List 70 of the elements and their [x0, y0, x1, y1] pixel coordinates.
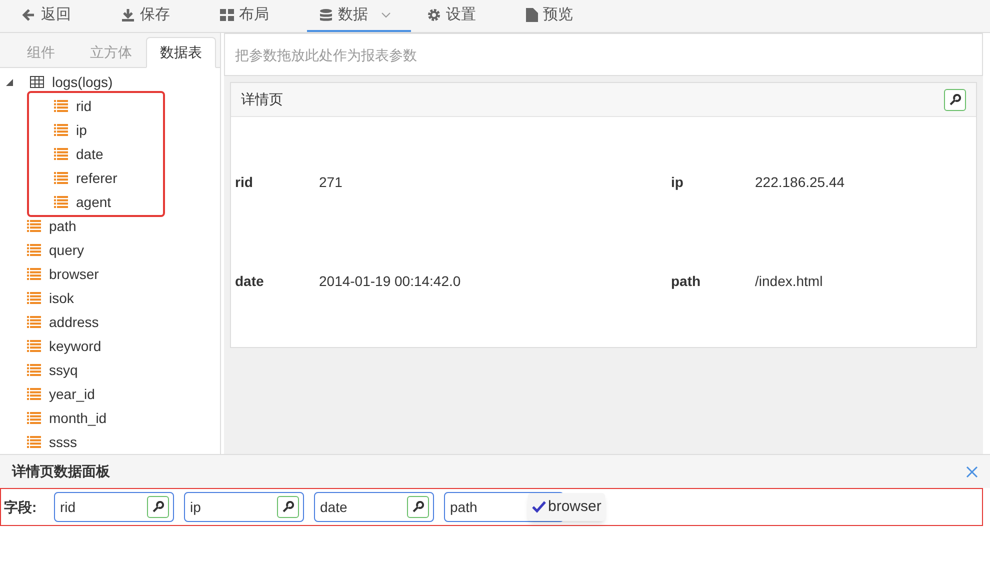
- field-item[interactable]: ip: [76, 120, 87, 140]
- list-icon: [54, 172, 68, 184]
- detail-label: path: [671, 272, 702, 291]
- field-item[interactable]: date: [76, 144, 104, 164]
- field-item[interactable]: path: [49, 216, 76, 236]
- list-icon: [27, 268, 41, 280]
- expand-toggle-icon[interactable]: [6, 78, 16, 86]
- list-icon: [54, 100, 68, 112]
- document-icon: [526, 8, 538, 22]
- field-item[interactable]: ssss: [49, 432, 77, 452]
- close-button[interactable]: [966, 466, 978, 478]
- list-icon: [27, 436, 41, 448]
- panel-title: 详情页数据面板: [12, 462, 110, 481]
- field-chip[interactable]: date: [314, 492, 434, 522]
- grid-icon: [220, 8, 234, 22]
- wrench-button[interactable]: [277, 496, 299, 518]
- toolbar-tab[interactable]: 返回: [10, 0, 83, 32]
- field-item[interactable]: year_id: [49, 384, 95, 404]
- tree-node-label[interactable]: logs(logs): [52, 72, 113, 92]
- parameter-drop-field[interactable]: 把参数拖放此处作为报表参数: [224, 33, 983, 76]
- field-name: ip: [190, 498, 201, 517]
- fields-label: 字段:: [4, 498, 38, 516]
- detail-label: date: [235, 272, 265, 291]
- card-title: 详情页: [241, 90, 283, 109]
- toolbar-tab[interactable]: 设置: [415, 0, 488, 32]
- list-icon: [27, 244, 41, 256]
- field-item[interactable]: rid: [76, 96, 92, 116]
- list-icon: [54, 196, 68, 208]
- detail-label: rid: [235, 173, 254, 192]
- download-icon: [121, 8, 135, 22]
- field-item[interactable]: query: [49, 240, 84, 260]
- field-item[interactable]: keyword: [49, 336, 102, 356]
- checkmark-icon: [532, 501, 546, 513]
- detail-value: 271: [319, 173, 344, 192]
- field-name: rid: [60, 498, 76, 516]
- field-chip[interactable]: rid: [54, 492, 174, 522]
- field-item[interactable]: isok: [49, 288, 74, 308]
- list-icon: [54, 148, 68, 160]
- field-item[interactable]: month_id: [49, 408, 107, 428]
- list-icon: [27, 292, 41, 304]
- field-chip[interactable]: ip: [184, 492, 304, 522]
- back-arrow-icon: [22, 8, 36, 22]
- panel-tab[interactable]: 数据表: [146, 37, 216, 68]
- detail-value: 2014-01-19 00:14:42.0: [319, 272, 462, 291]
- list-icon: [27, 412, 41, 424]
- list-icon: [27, 340, 41, 352]
- toolbar-tab[interactable]: 预览: [514, 0, 585, 32]
- wrench-button[interactable]: [944, 88, 966, 110]
- field-item[interactable]: address: [49, 312, 99, 332]
- detail-value: 222.186.25.44: [755, 173, 845, 192]
- list-icon: [27, 364, 41, 376]
- list-icon: [27, 316, 41, 328]
- toolbar-tab[interactable]: 布局: [208, 0, 281, 32]
- wrench-button[interactable]: [147, 496, 169, 518]
- database-icon: [319, 8, 333, 22]
- list-icon: [27, 220, 41, 232]
- settings-icon: [427, 8, 441, 22]
- wrench-button[interactable]: [407, 496, 429, 518]
- field-item[interactable]: agent: [76, 192, 112, 212]
- list-icon: [27, 388, 41, 400]
- field-item[interactable]: referer: [76, 168, 118, 188]
- list-icon: [54, 124, 68, 136]
- toolbar-tab[interactable]: 保存: [109, 0, 182, 32]
- table-icon: [30, 76, 44, 88]
- detail-label: ip: [671, 173, 684, 192]
- field-item[interactable]: browser: [49, 264, 99, 284]
- field-item[interactable]: ssyq: [49, 360, 78, 380]
- field-name: date: [320, 498, 348, 516]
- field-name: path: [450, 498, 478, 517]
- detail-value: /index.html: [755, 272, 823, 291]
